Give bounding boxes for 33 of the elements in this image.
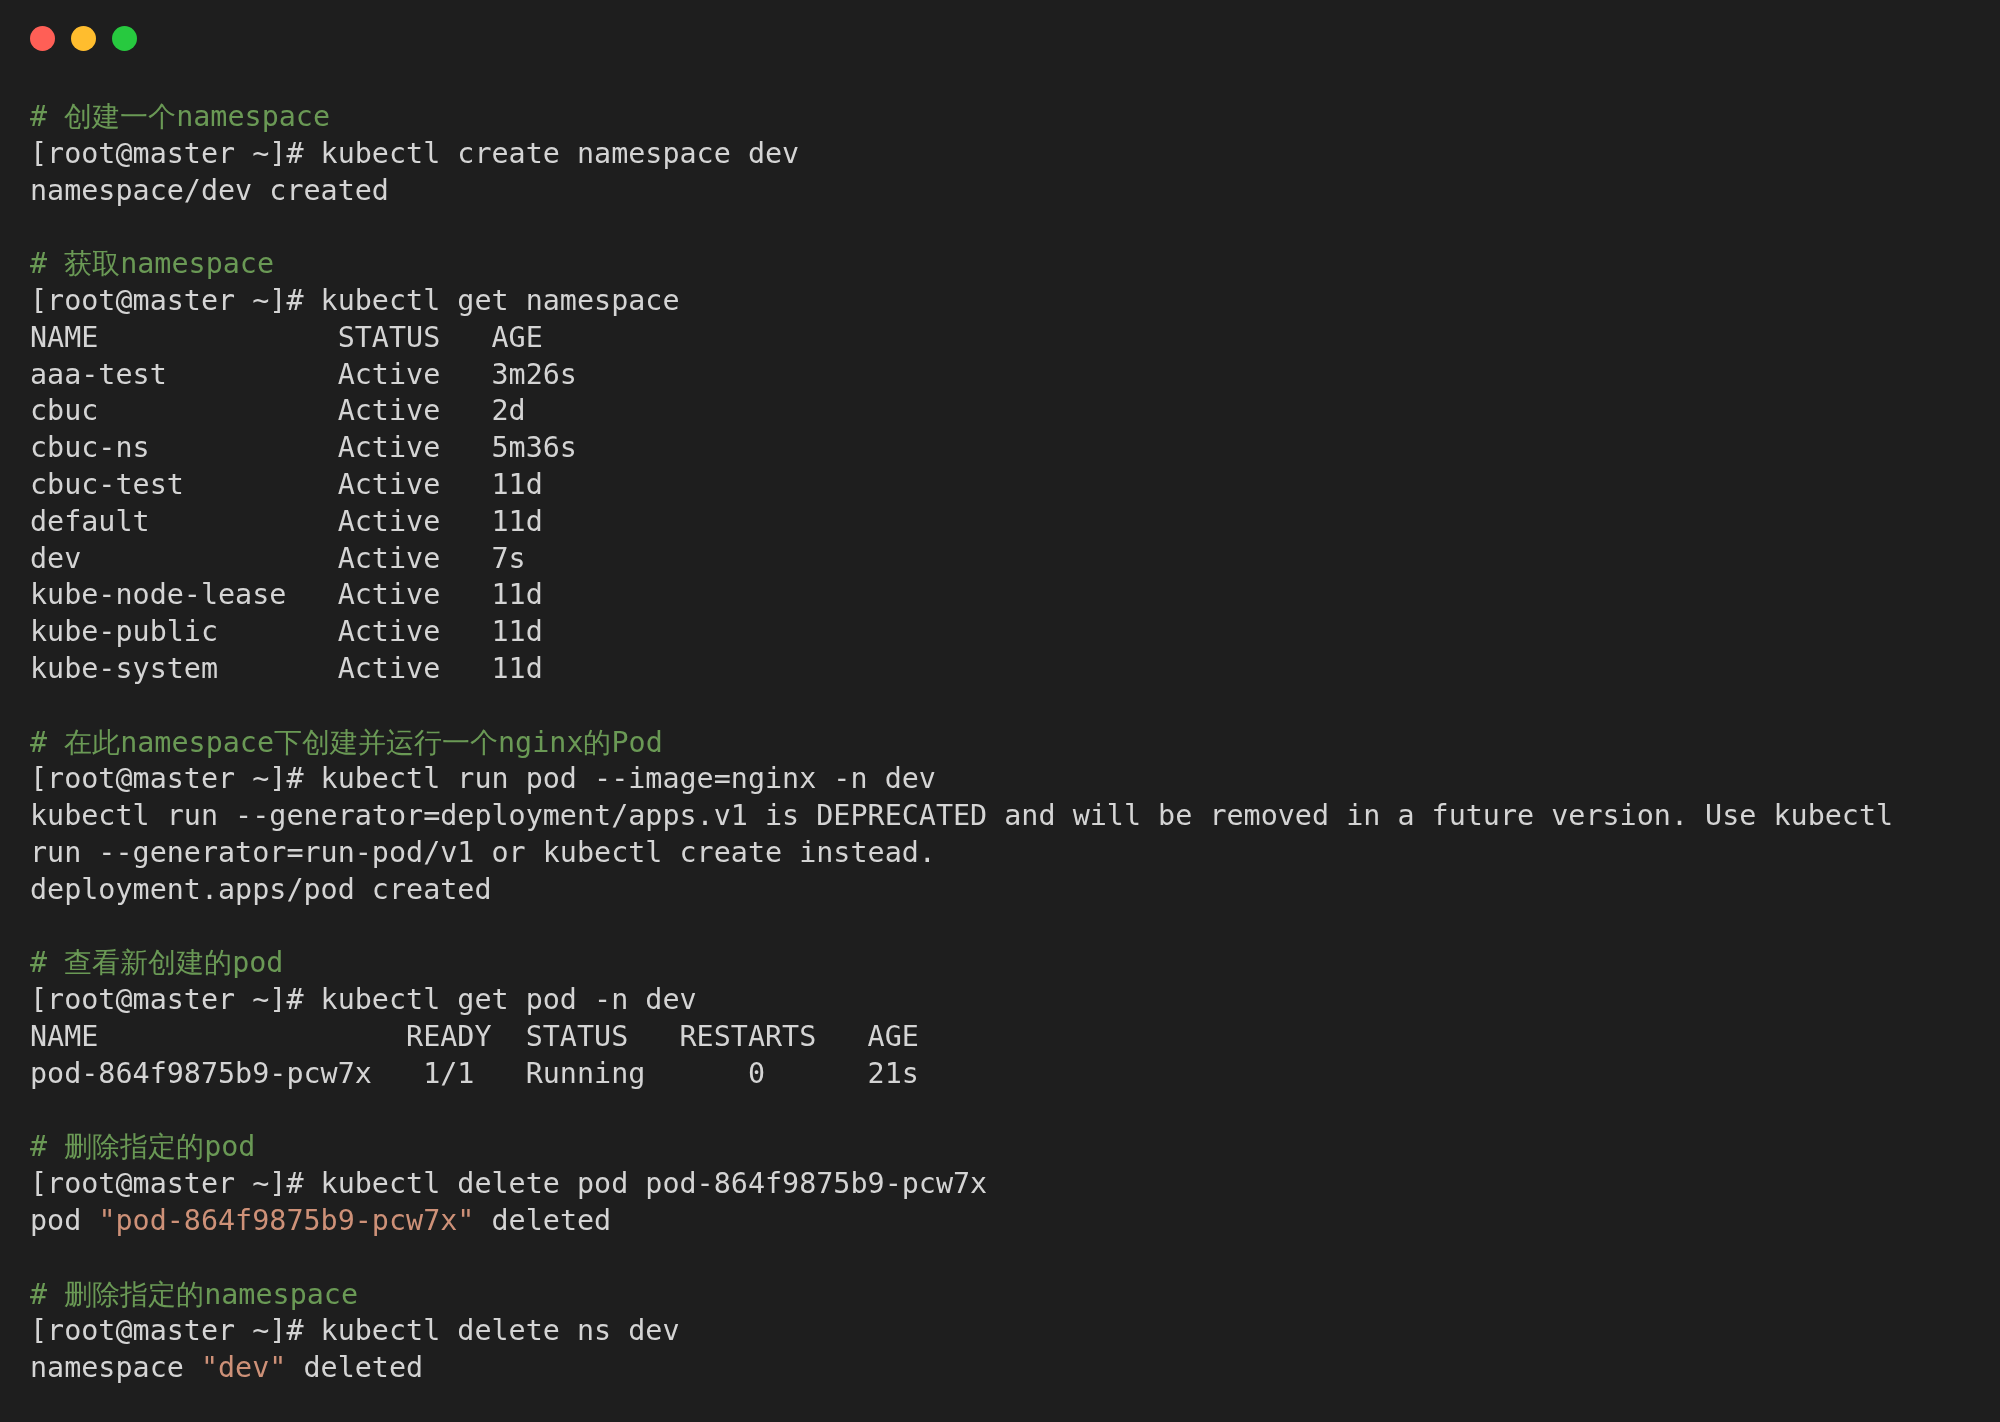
output-line: kube-system Active 11d bbox=[30, 650, 543, 687]
comment-line: # 查看新创建的pod bbox=[30, 945, 284, 982]
comment-line: # 创建一个namespace bbox=[30, 99, 331, 135]
comment-line: # 删除指定的pod bbox=[30, 1129, 256, 1166]
output-line: kubectl run --generator=deployment/apps.v1 is DEPRECATED and will be removed in a future version. Use kubectl bbox=[30, 798, 1894, 835]
window-control-button[interactable] bbox=[30, 26, 55, 51]
command-line: [root@master ~]# kubectl delete ns dev bbox=[30, 1313, 680, 1350]
output-line: cbuc-test Active 11d bbox=[30, 466, 543, 503]
output-line: NAME READY STATUS RESTARTS AGE bbox=[30, 1018, 919, 1055]
output-line: namespace/dev created bbox=[30, 172, 389, 209]
comment-line: # 删除指定的namespace bbox=[30, 1276, 359, 1313]
output-line: pod "pod-864f9875b9-pcw7x" deleted bbox=[30, 1202, 612, 1239]
output-line: kube-node-lease Active 11d bbox=[30, 577, 543, 614]
command-line: [root@master ~]# kubectl get namespace bbox=[30, 283, 680, 319]
window-control-button[interactable] bbox=[71, 26, 96, 51]
output-line: dev Active 7s bbox=[30, 540, 526, 577]
command-line: [root@master ~]# kubectl run pod --image=nginx -n dev bbox=[30, 761, 936, 798]
command-line: [root@master ~]# kubectl create namespace dev bbox=[30, 135, 800, 172]
command-line: [root@master ~]# kubectl delete pod pod-864f9875b9-pcw7x bbox=[30, 1166, 988, 1203]
output-line: namespace "dev" deleted bbox=[30, 1350, 424, 1387]
output-line: run --generator=run-pod/v1 or kubectl create instead. bbox=[30, 834, 936, 871]
output-line: deployment.apps/pod created bbox=[30, 871, 492, 908]
command-line: [root@master ~]# kubectl get pod -n dev bbox=[30, 982, 697, 1019]
output-line: aaa-test Active 3m26s bbox=[30, 356, 577, 393]
comment-line: # 获取namespace bbox=[30, 246, 275, 283]
output-line: pod-864f9875b9-pcw7x 1/1 Running 0 21s bbox=[30, 1055, 919, 1092]
window-control-button[interactable] bbox=[112, 26, 137, 51]
output-line: cbuc Active 2d bbox=[30, 393, 526, 430]
comment-line: # 在此namespace下创建并运行一个nginx的Pod bbox=[30, 724, 663, 761]
output-line: default Active 11d bbox=[30, 503, 543, 540]
output-line: cbuc-ns Active 5m36s bbox=[30, 430, 577, 467]
output-line: NAME STATUS AGE bbox=[30, 319, 543, 356]
output-line: kube-public Active 11d bbox=[30, 614, 543, 651]
